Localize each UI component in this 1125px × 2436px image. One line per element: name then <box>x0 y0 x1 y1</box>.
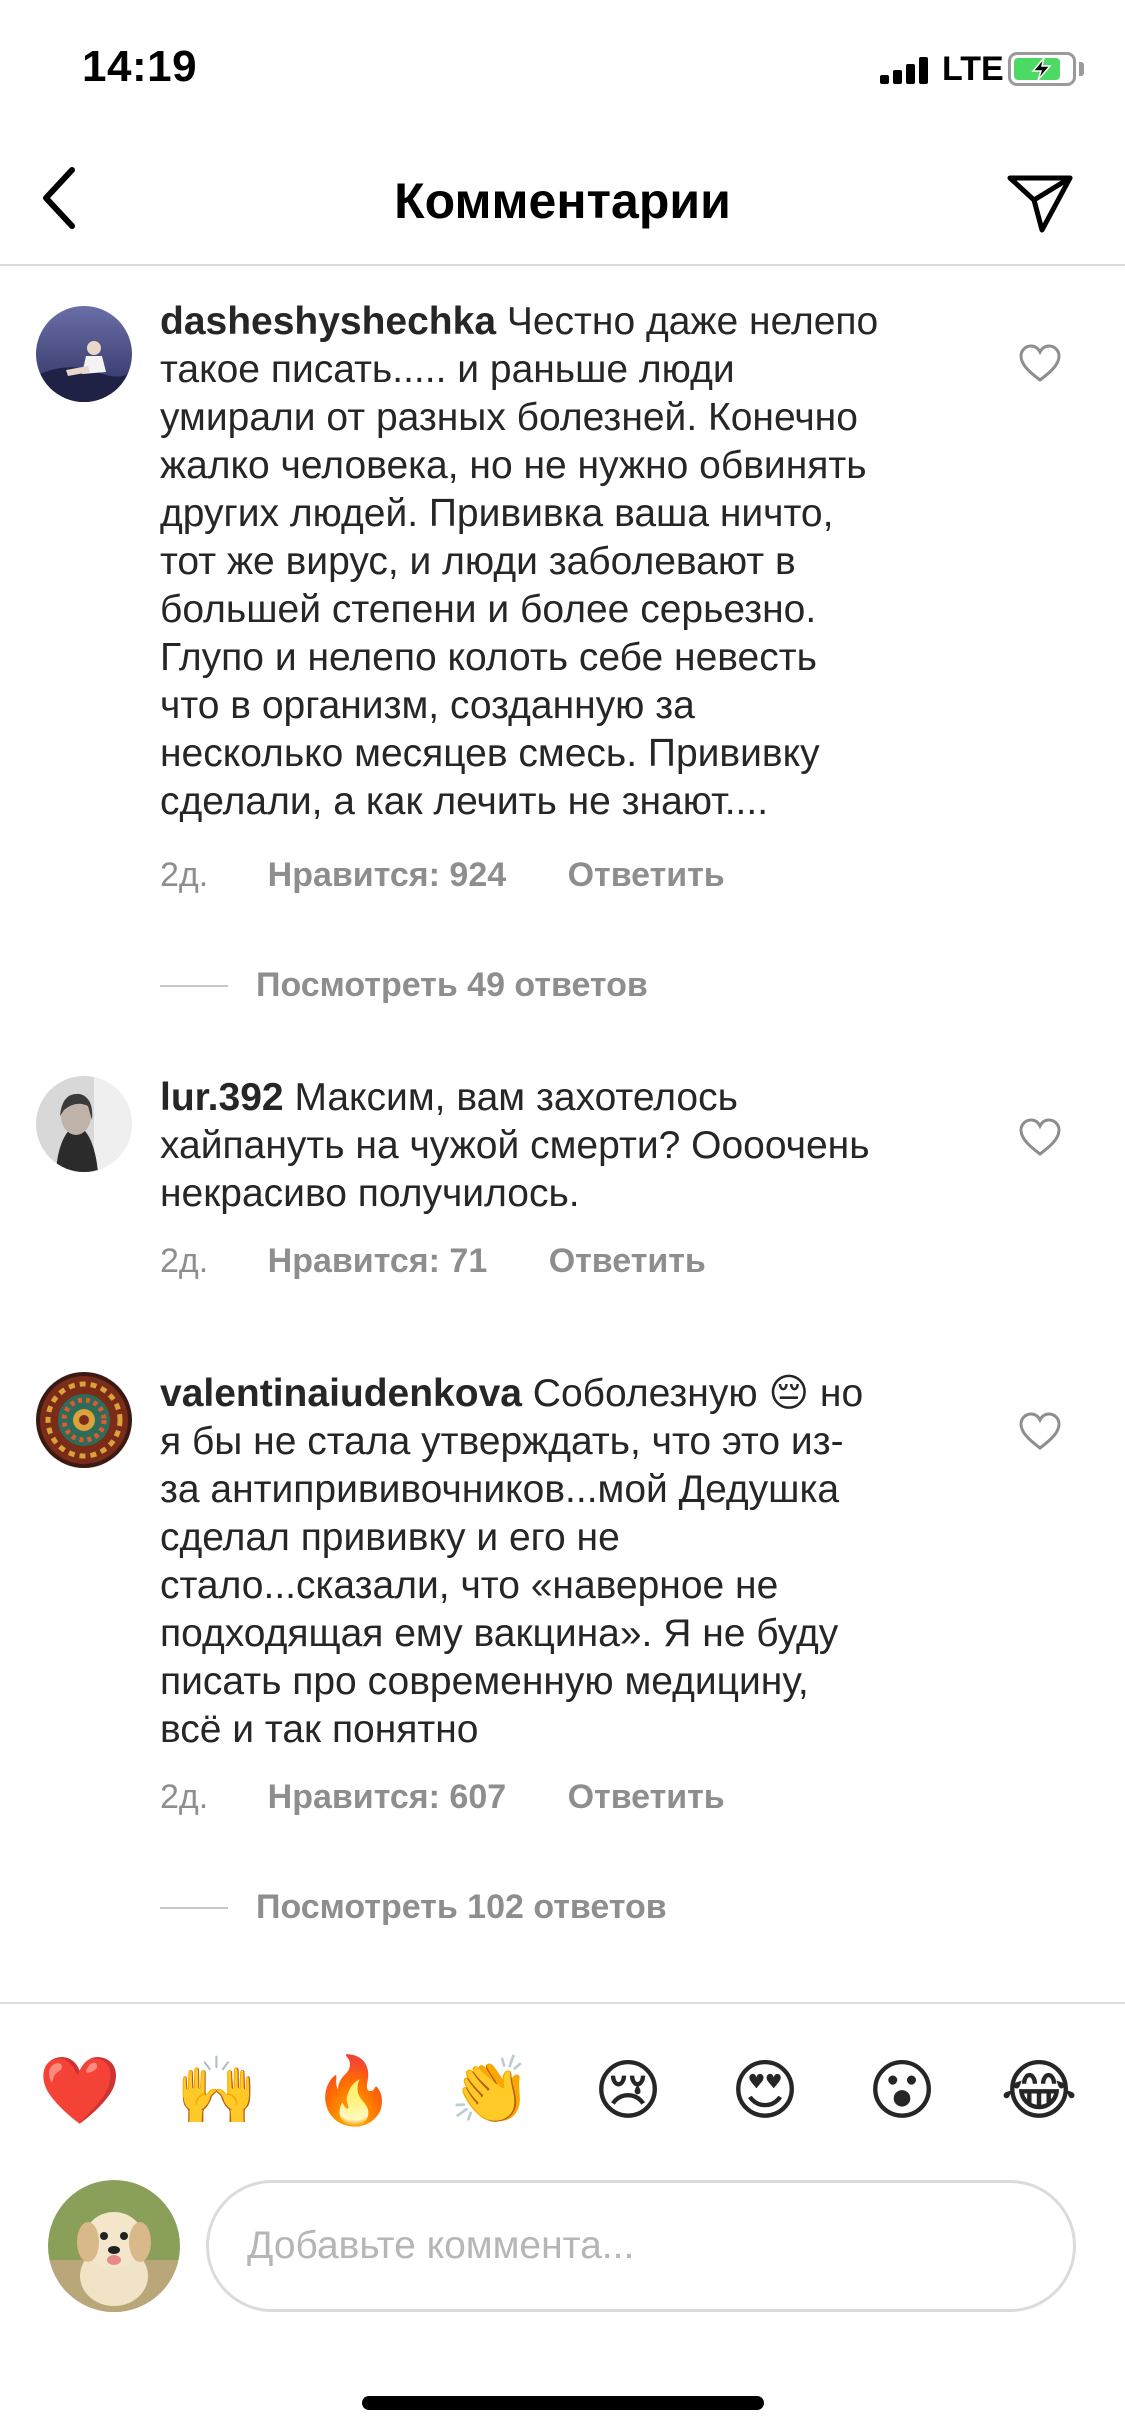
comment-username[interactable]: lur.392 <box>160 1076 284 1119</box>
emoji-heart-eyes[interactable]: 😍 <box>725 2050 805 2130</box>
share-button[interactable] <box>1000 160 1080 240</box>
reply-button[interactable]: Ответить <box>549 1242 706 1280</box>
avatar[interactable] <box>36 1076 132 1172</box>
comment-meta: 2д. Нравится: 924 Ответить <box>160 856 725 895</box>
comment-time: 2д. <box>160 1242 209 1280</box>
emoji-fire[interactable]: 🔥 <box>313 2050 395 2130</box>
comment-username[interactable]: dasheshyshechka <box>160 300 496 343</box>
replies-divider <box>160 984 228 987</box>
heart-outline-icon <box>1019 1118 1061 1156</box>
comment-text: valentinaiudenkova Соболезную 😔 но я бы … <box>160 1372 864 1751</box>
comment-time: 2д. <box>160 1778 209 1816</box>
heart-outline-icon <box>1019 1412 1061 1450</box>
nav-bar: Комментарии <box>0 140 1125 266</box>
emoji-clapping[interactable]: 👏 <box>450 2050 532 2130</box>
comment-meta: 2д. Нравится: 607 Ответить <box>160 1778 725 1817</box>
battery-cap <box>1079 62 1084 76</box>
like-button[interactable] <box>1016 1114 1064 1162</box>
my-avatar <box>48 2180 180 2312</box>
view-replies-button[interactable]: Посмотреть 102 ответов <box>160 1888 667 1927</box>
status-time: 14:19 <box>82 42 198 91</box>
comment-time: 2д. <box>160 856 209 894</box>
avatar[interactable] <box>36 306 132 402</box>
comment-meta: 2д. Нравится: 71 Ответить <box>160 1242 706 1281</box>
network-type: LTE <box>942 50 1004 88</box>
like-count[interactable]: Нравится: 607 <box>268 1778 506 1816</box>
emoji-laughing[interactable]: 😂 <box>999 2050 1079 2130</box>
emoji-crying[interactable]: 😢 <box>588 2050 668 2130</box>
page-title: Комментарии <box>394 173 731 229</box>
compose-bar <box>0 2162 1125 2322</box>
like-count[interactable]: Нравится: 924 <box>268 856 506 894</box>
comment-input[interactable] <box>206 2180 1076 2312</box>
avatar[interactable] <box>36 1372 132 1468</box>
status-bar: 14:19 LTE <box>0 0 1125 140</box>
home-indicator[interactable] <box>362 2396 764 2410</box>
like-count[interactable]: Нравится: 71 <box>268 1242 488 1280</box>
emoji-raised-hands[interactable]: 🙌 <box>176 2050 258 2130</box>
cellular-signal-icon <box>880 56 932 84</box>
reply-button[interactable]: Ответить <box>568 856 725 894</box>
emoji-bar: ❤️ 🙌 🔥 👏 😢 😍 😮 😂 <box>0 2002 1125 2162</box>
comment-text: dasheshyshechka Честно даже нелепо такое… <box>160 300 879 823</box>
reply-button[interactable]: Ответить <box>568 1778 725 1816</box>
emoji-heart[interactable]: ❤️ <box>39 2050 121 2130</box>
like-button[interactable] <box>1016 1408 1064 1456</box>
replies-divider <box>160 1906 228 1909</box>
view-replies-button[interactable]: Посмотреть 49 ответов <box>160 966 648 1005</box>
paper-plane-icon <box>1007 175 1073 233</box>
like-button[interactable] <box>1016 340 1064 388</box>
comment-username[interactable]: valentinaiudenkova <box>160 1372 522 1415</box>
comment-text: lur.392 Максим, вам захотелось хайпануть… <box>160 1076 870 1215</box>
battery-icon <box>1008 52 1076 86</box>
emoji-surprised[interactable]: 😮 <box>862 2050 942 2130</box>
heart-outline-icon <box>1019 344 1061 382</box>
